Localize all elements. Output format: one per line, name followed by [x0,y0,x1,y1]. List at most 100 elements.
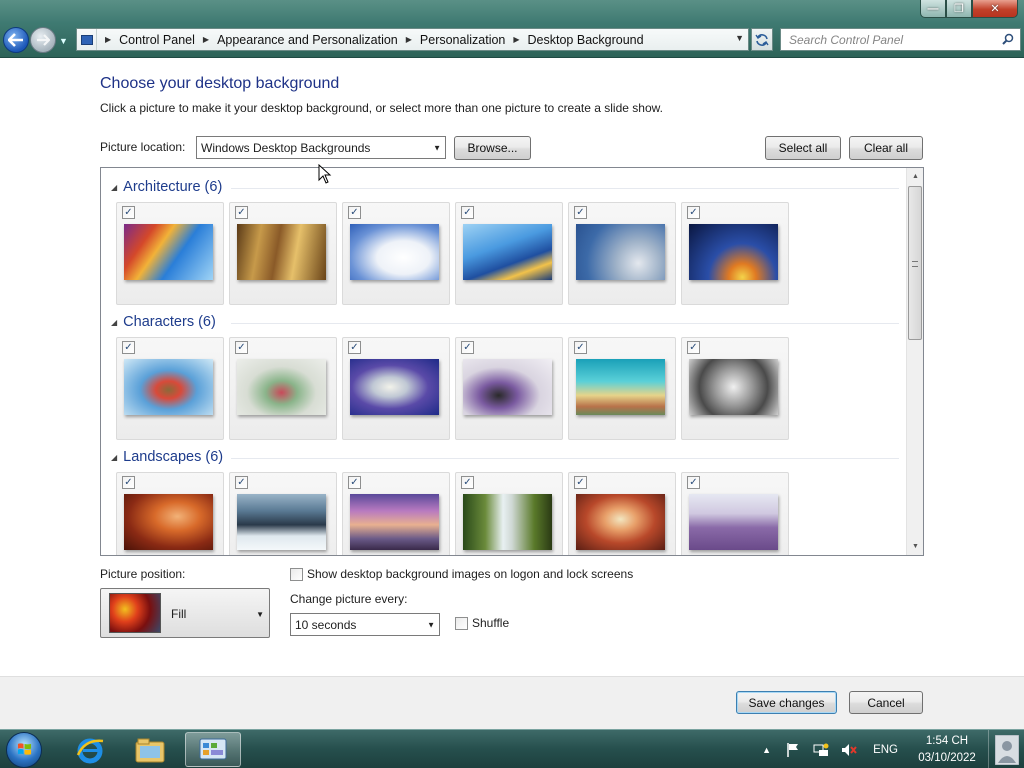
breadcrumb-personalization[interactable]: Personalization [416,33,509,47]
vertical-scrollbar[interactable]: ▲ ▼ [906,168,923,555]
wallpaper-thumbnail[interactable] [350,359,439,415]
wallpaper-checkbox[interactable]: ✓ [574,341,587,354]
wallpaper-thumbnail[interactable] [576,494,665,550]
wallpaper-tile[interactable]: ✓ [455,472,563,555]
wallpaper-thumbnail[interactable] [463,494,552,550]
save-changes-button[interactable]: Save changes [736,691,837,714]
wallpaper-checkbox[interactable]: ✓ [122,341,135,354]
breadcrumb-separator-icon[interactable]: ▶ [402,35,416,44]
group-header-architecture[interactable]: ◢ Architecture (6) [111,177,222,197]
show-desktop-button[interactable] [988,730,1024,768]
wallpaper-thumbnail[interactable] [124,359,213,415]
wallpaper-thumbnail[interactable] [124,494,213,550]
wallpaper-checkbox[interactable]: ✓ [235,476,248,489]
collapse-triangle-icon[interactable]: ◢ [111,183,117,192]
scroll-up-icon[interactable]: ▲ [907,168,923,185]
wallpaper-tile[interactable]: ✓ [681,337,789,440]
address-bar[interactable]: ▶ Control Panel ▶ Appearance and Persona… [76,28,749,51]
shuffle-checkbox[interactable] [455,616,468,630]
maximize-button[interactable]: ❐ [946,0,972,18]
breadcrumb-desktop-background[interactable]: Desktop Background [524,33,648,47]
wallpaper-tile[interactable]: ✓ [681,472,789,555]
taskbar-internet-explorer[interactable] [62,732,118,767]
taskbar-control-panel[interactable] [185,732,241,767]
wallpaper-gallery[interactable]: ◢ Architecture (6) ✓ ✓ ✓ ✓ ✓ ✓ ◢ Charact… [100,167,924,556]
wallpaper-checkbox[interactable]: ✓ [574,206,587,219]
wallpaper-checkbox[interactable]: ✓ [348,476,361,489]
wallpaper-tile[interactable]: ✓ [455,337,563,440]
scroll-down-icon[interactable]: ▼ [907,538,923,555]
action-center-flag-icon[interactable] [785,742,801,758]
wallpaper-checkbox[interactable]: ✓ [574,476,587,489]
wallpaper-thumbnail[interactable] [689,494,778,550]
search-icon[interactable] [1002,33,1014,45]
show-on-logon-label[interactable]: Show desktop background images on logon … [307,567,633,581]
wallpaper-thumbnail[interactable] [237,494,326,550]
recent-pages-dropdown[interactable]: ▼ [59,36,68,46]
close-button[interactable]: ✕ [972,0,1018,18]
select-all-button[interactable]: Select all [765,136,841,160]
volume-muted-icon[interactable] [841,742,857,758]
wallpaper-tile[interactable]: ✓ [116,472,224,555]
change-interval-select[interactable]: 10 seconds ▼ [290,613,440,636]
picture-position-select[interactable]: Fill ▼ [100,588,270,638]
wallpaper-thumbnail[interactable] [463,359,552,415]
minimize-button[interactable]: — [920,0,946,18]
shuffle-label[interactable]: Shuffle [472,616,509,630]
wallpaper-thumbnail[interactable] [689,224,778,280]
language-indicator[interactable]: ENG [873,744,898,756]
search-input[interactable] [789,32,989,47]
wallpaper-thumbnail[interactable] [124,224,213,280]
clear-all-button[interactable]: Clear all [849,136,923,160]
wallpaper-tile[interactable]: ✓ [229,337,337,440]
group-header-landscapes[interactable]: ◢ Landscapes (6) [111,447,223,467]
wallpaper-tile[interactable]: ✓ [342,337,450,440]
wallpaper-checkbox[interactable]: ✓ [348,341,361,354]
collapse-triangle-icon[interactable]: ◢ [111,318,117,327]
network-icon[interactable] [813,742,829,758]
wallpaper-thumbnail[interactable] [463,224,552,280]
search-field[interactable] [780,28,1021,51]
wallpaper-checkbox[interactable]: ✓ [687,206,700,219]
wallpaper-checkbox[interactable]: ✓ [687,341,700,354]
back-button[interactable] [3,27,29,53]
wallpaper-thumbnail[interactable] [350,494,439,550]
wallpaper-tile[interactable]: ✓ [342,472,450,555]
wallpaper-checkbox[interactable]: ✓ [687,476,700,489]
wallpaper-tile[interactable]: ✓ [116,202,224,305]
address-dropdown-icon[interactable]: ▼ [735,33,744,43]
wallpaper-tile[interactable]: ✓ [455,202,563,305]
wallpaper-thumbnail[interactable] [237,224,326,280]
wallpaper-checkbox[interactable]: ✓ [235,206,248,219]
wallpaper-checkbox[interactable]: ✓ [461,206,474,219]
clock[interactable]: 1:54 CH 03/10/2022 [912,733,982,767]
show-hidden-icons-icon[interactable]: ▲ [762,745,771,755]
wallpaper-thumbnail[interactable] [689,359,778,415]
wallpaper-checkbox[interactable]: ✓ [122,476,135,489]
wallpaper-checkbox[interactable]: ✓ [461,341,474,354]
breadcrumb-control-panel[interactable]: Control Panel [115,33,199,47]
taskbar-windows-explorer[interactable] [122,732,178,767]
wallpaper-tile[interactable]: ✓ [342,202,450,305]
wallpaper-checkbox[interactable]: ✓ [122,206,135,219]
breadcrumb-separator-icon[interactable]: ▶ [199,35,213,44]
show-on-logon-checkbox[interactable] [290,567,303,581]
breadcrumb-separator-icon[interactable]: ▶ [509,35,523,44]
wallpaper-tile[interactable]: ✓ [568,472,676,555]
refresh-button[interactable] [751,28,773,51]
wallpaper-tile[interactable]: ✓ [116,337,224,440]
wallpaper-thumbnail[interactable] [350,224,439,280]
scrollbar-thumb[interactable] [908,186,922,340]
wallpaper-tile[interactable]: ✓ [681,202,789,305]
wallpaper-thumbnail[interactable] [576,359,665,415]
browse-button[interactable]: Browse... [454,136,531,160]
collapse-triangle-icon[interactable]: ◢ [111,453,117,462]
wallpaper-tile[interactable]: ✓ [568,337,676,440]
forward-button[interactable] [30,27,56,53]
wallpaper-tile[interactable]: ✓ [229,202,337,305]
wallpaper-tile[interactable]: ✓ [229,472,337,555]
group-header-characters[interactable]: ◢ Characters (6) [111,312,216,332]
wallpaper-thumbnail[interactable] [237,359,326,415]
show-on-logon-option[interactable]: Show desktop background images on logon … [290,567,633,581]
cancel-button[interactable]: Cancel [849,691,923,714]
